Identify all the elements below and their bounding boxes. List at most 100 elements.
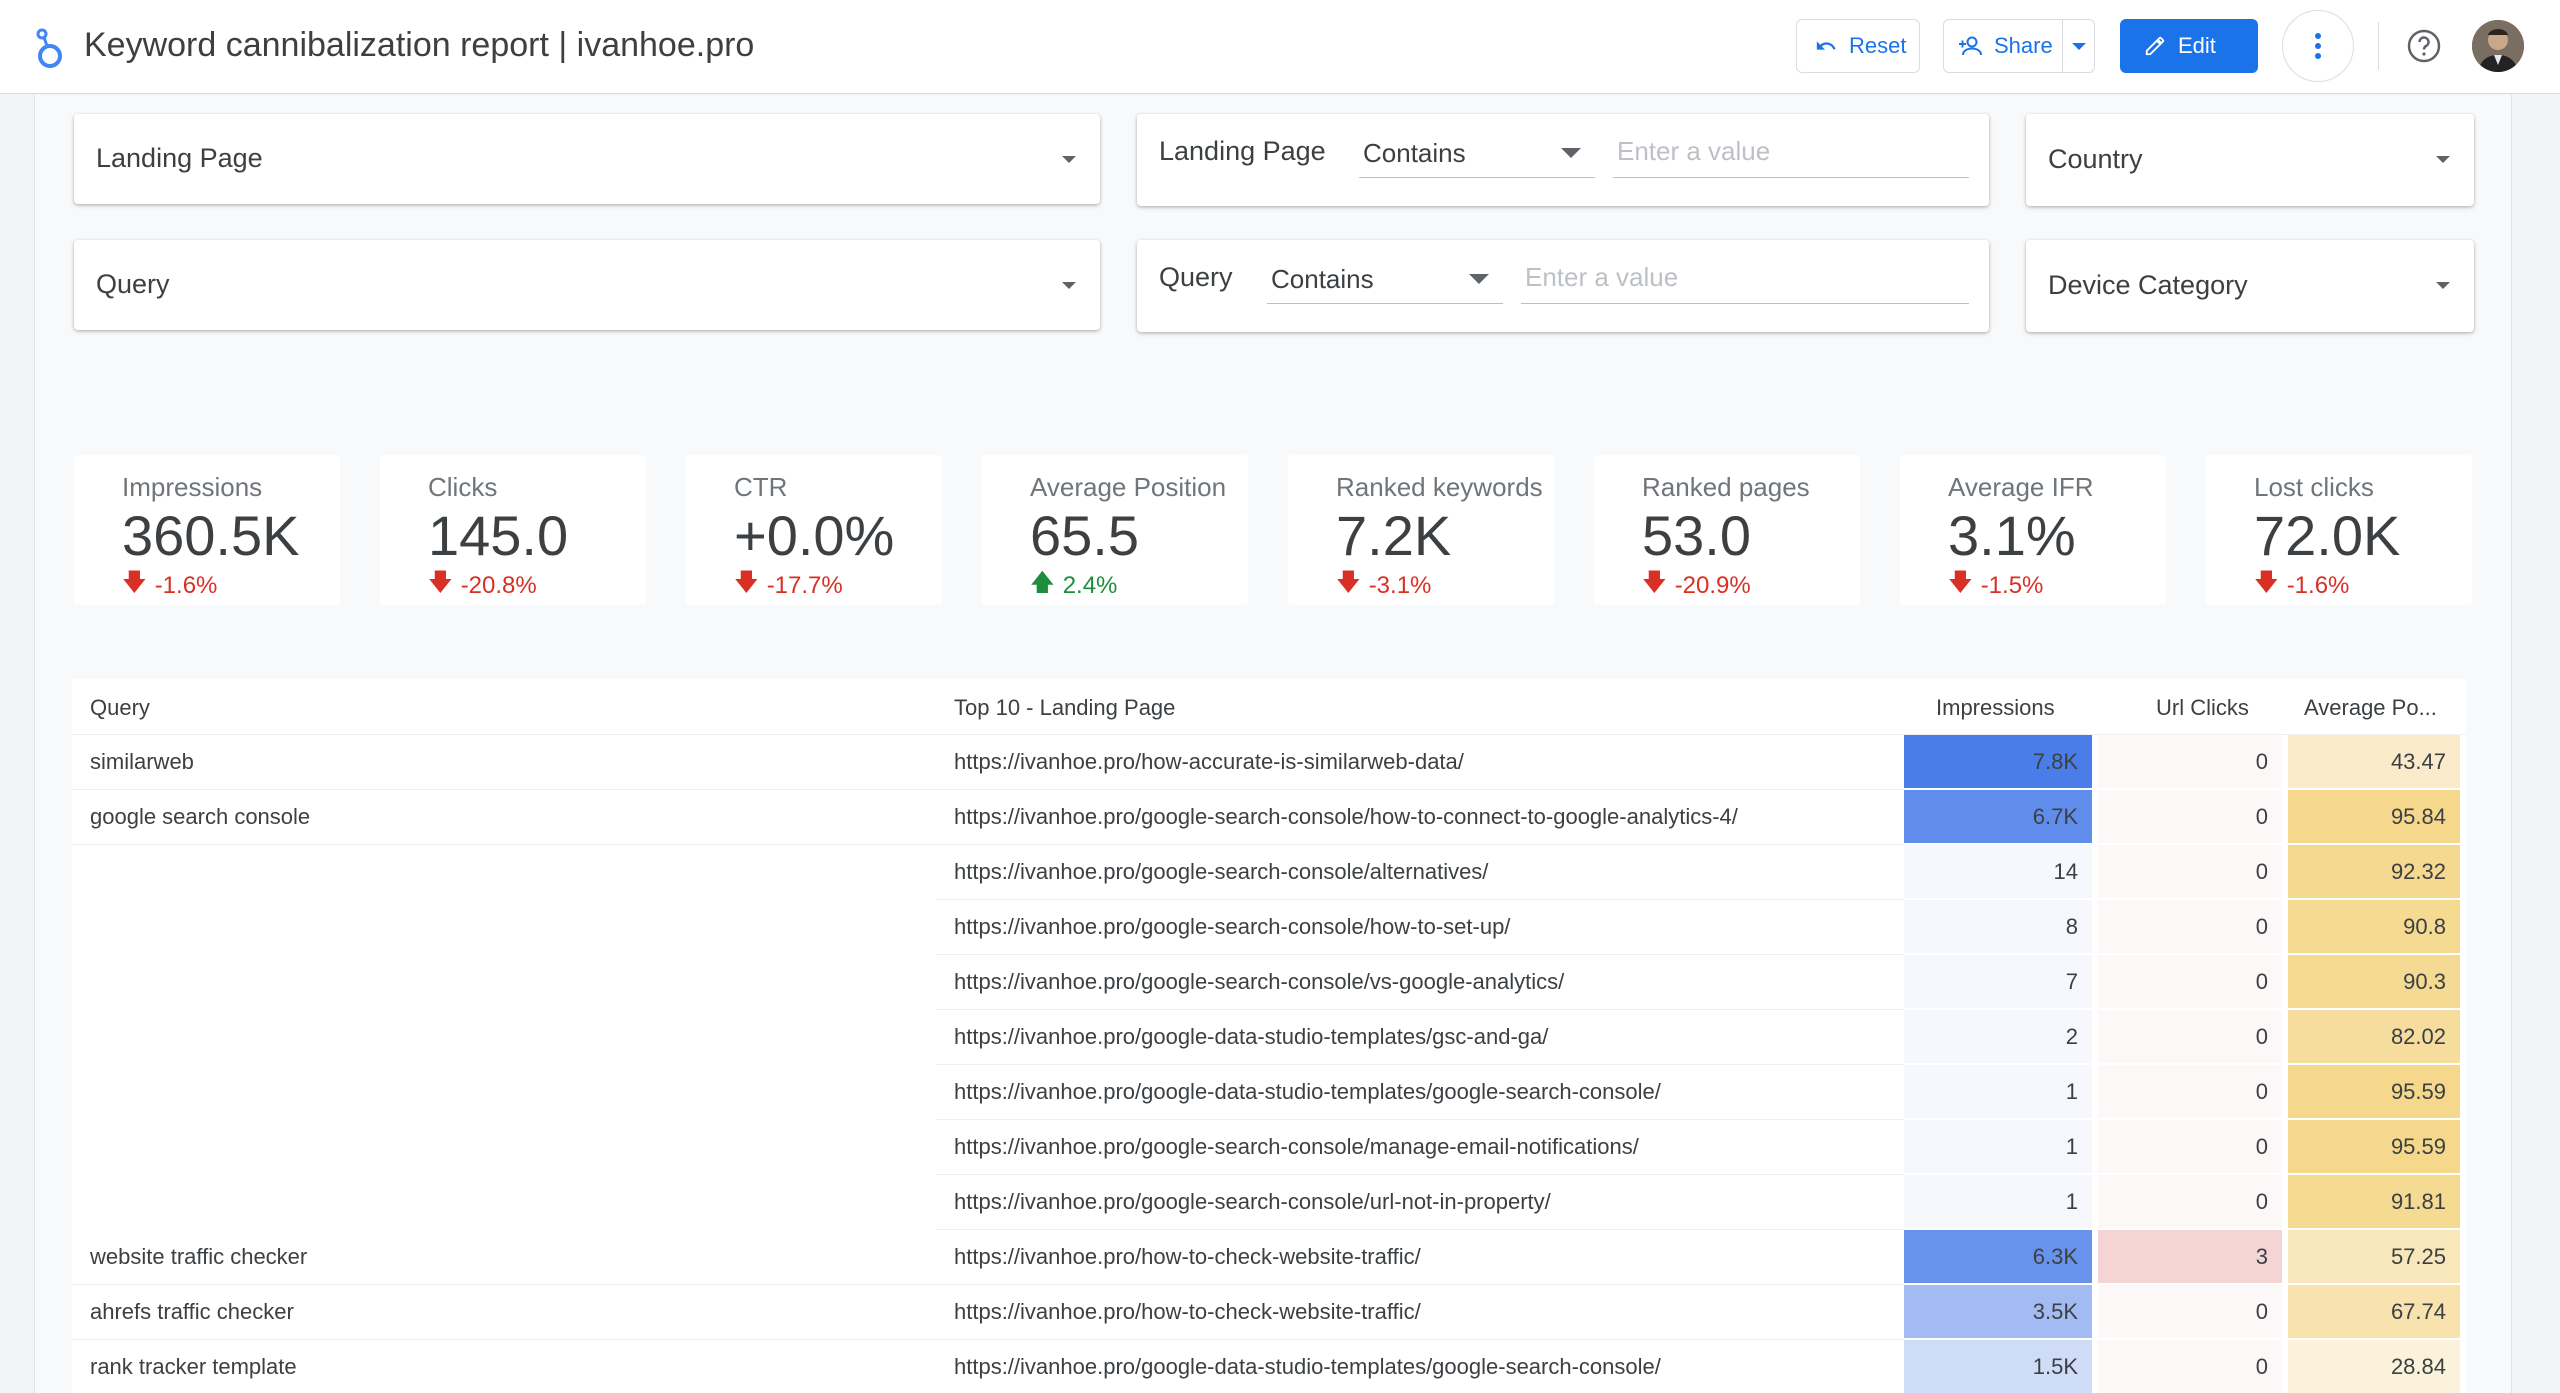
table-row[interactable]: https://ivanhoe.pro/google-data-studio-t… <box>72 1065 2466 1120</box>
scorecard-delta: 🡇 -1.6% <box>122 565 217 606</box>
column-header-average-position[interactable]: Average Po... <box>2304 695 2437 721</box>
cell-impressions: 6.3K <box>1904 1230 2092 1283</box>
column-header-landing-page[interactable]: Top 10 - Landing Page <box>954 695 1175 721</box>
scorecard-value: 65.5 <box>1030 504 1139 567</box>
looker-studio-logo-icon[interactable] <box>32 26 68 70</box>
scorecard-value: 145.0 <box>428 504 569 567</box>
scorecard-impressions[interactable]: Impressions 360.5K 🡇 -1.6% <box>74 455 340 605</box>
cell-landing: https://ivanhoe.pro/google-search-consol… <box>954 1188 1551 1214</box>
scorecard-label: Average IFR <box>1948 472 2094 502</box>
share-dropdown-button[interactable] <box>2063 19 2095 73</box>
reset-button[interactable]: Reset <box>1796 19 1920 73</box>
undo-icon <box>1816 41 1836 50</box>
cell-impressions: 1 <box>1904 1065 2092 1118</box>
cell-position: 95.59 <box>2288 1120 2460 1173</box>
chevron-down-icon <box>2436 156 2450 163</box>
landing-page-operator-select[interactable]: Contains <box>1359 126 1595 178</box>
cell-landing: https://ivanhoe.pro/google-data-studio-t… <box>954 1353 1661 1379</box>
cell-query <box>72 1120 936 1173</box>
scorecard-value: +0.0% <box>734 504 895 567</box>
scorecard-ctr[interactable]: CTR +0.0% 🡇 -17.7% <box>686 455 942 605</box>
scorecard-delta-value: -17.7% <box>766 571 843 599</box>
device-category-dropdown[interactable]: Device Category <box>2026 240 2474 332</box>
scorecard-delta-value: -3.1% <box>1368 571 1432 599</box>
cell-position: 67.74 <box>2288 1285 2460 1338</box>
cell-landing: https://ivanhoe.pro/google-data-studio-t… <box>954 1078 1661 1104</box>
scorecard-delta-value: -1.6% <box>154 571 218 599</box>
column-header-url-clicks[interactable]: Url Clicks <box>2156 695 2249 721</box>
cell-position: 90.3 <box>2288 955 2460 1008</box>
cell-impressions: 8 <box>1904 900 2092 953</box>
table-row[interactable]: similarweb https://ivanhoe.pro/how-accura… <box>72 735 2466 790</box>
cell-landing: https://ivanhoe.pro/how-to-check-website… <box>954 1243 1421 1269</box>
scorecard-label: Ranked pages <box>1642 472 1810 502</box>
scorecard-ranked-keywords[interactable]: Ranked keywords 7.2K 🡇 -3.1% <box>1288 455 1554 605</box>
table-row[interactable]: rank tracker template https://ivanhoe.pro… <box>72 1340 2466 1393</box>
chevron-down-icon <box>1062 156 1076 163</box>
cell-position: 57.25 <box>2288 1230 2460 1283</box>
cell-position: 95.84 <box>2288 790 2460 843</box>
table-row[interactable]: google search console https://ivanhoe.pro… <box>72 790 2466 845</box>
cell-clicks: 0 <box>2098 1065 2282 1118</box>
query-dropdown-label: Query <box>96 269 170 299</box>
table-row[interactable]: https://ivanhoe.pro/google-data-studio-t… <box>72 1010 2466 1065</box>
scorecard-clicks[interactable]: Clicks 145.0 🡇 -20.8% <box>380 455 646 605</box>
column-header-query[interactable]: Query <box>90 695 150 721</box>
landing-page-filter: Landing Page Contains <box>1137 114 1989 206</box>
cell-landing: https://ivanhoe.pro/google-data-studio-t… <box>954 1023 1549 1049</box>
scorecard-ranked-pages[interactable]: Ranked pages 53.0 🡇 -20.9% <box>1594 455 1860 605</box>
table-row[interactable]: ahrefs traffic checker https://ivanhoe.pr… <box>72 1285 2466 1340</box>
query-operator-value: Contains <box>1271 264 1374 294</box>
landing-page-operator-value: Contains <box>1363 138 1466 168</box>
cell-position: 28.84 <box>2288 1340 2460 1393</box>
scorecard-lost-clicks[interactable]: Lost clicks 72.0K 🡇 -1.6% <box>2206 455 2472 605</box>
cell-landing: https://ivanhoe.pro/google-search-consol… <box>954 1133 1639 1159</box>
help-icon[interactable] <box>2406 28 2442 64</box>
cell-clicks: 0 <box>2098 1175 2282 1228</box>
column-header-impressions[interactable]: Impressions <box>1936 695 2055 721</box>
share-button[interactable]: Share <box>1943 19 2063 73</box>
avatar[interactable] <box>2472 20 2524 72</box>
table-row[interactable]: https://ivanhoe.pro/google-search-consol… <box>72 900 2466 955</box>
more-options-button[interactable] <box>2282 10 2354 82</box>
scorecard-label: Ranked keywords <box>1336 472 1543 502</box>
more-vert-icon <box>2315 33 2321 59</box>
scorecard-label: Lost clicks <box>2254 472 2374 502</box>
scorecard-delta: 🡇 -1.6% <box>2254 565 2349 606</box>
query-operator-select[interactable]: Contains <box>1267 252 1503 304</box>
table-row[interactable]: https://ivanhoe.pro/google-search-consol… <box>72 845 2466 900</box>
landing-page-dropdown[interactable]: Landing Page <box>74 114 1100 204</box>
query-filter-label: Query <box>1159 262 1233 292</box>
table-row[interactable]: website traffic checker https://ivanhoe.p… <box>72 1230 2466 1285</box>
cell-query <box>72 1175 936 1228</box>
cell-clicks: 0 <box>2098 845 2282 898</box>
country-dropdown[interactable]: Country <box>2026 114 2474 206</box>
cell-landing: https://ivanhoe.pro/google-search-consol… <box>954 858 1489 884</box>
scorecard-delta: 🡇 -20.8% <box>428 565 537 606</box>
scorecard-value: 3.1% <box>1948 504 2076 567</box>
landing-page-value-input[interactable] <box>1613 126 1969 178</box>
cell-landing: https://ivanhoe.pro/how-accurate-is-simi… <box>954 748 1464 774</box>
table-row[interactable]: https://ivanhoe.pro/google-search-consol… <box>72 1175 2466 1230</box>
arrow-down-icon: 🡇 <box>1948 569 1973 596</box>
table-row[interactable]: https://ivanhoe.pro/google-search-consol… <box>72 1120 2466 1175</box>
edit-button[interactable]: Edit <box>2120 19 2258 73</box>
cell-landing: https://ivanhoe.pro/google-search-consol… <box>954 968 1565 994</box>
query-filter: Query Contains <box>1137 240 1989 332</box>
scorecard-average-ifr[interactable]: Average IFR 3.1% 🡇 -1.5% <box>1900 455 2166 605</box>
chevron-down-icon <box>2071 42 2086 50</box>
cell-impressions: 7.8K <box>1904 735 2092 788</box>
cannibalization-table: Query Top 10 - Landing Page Impressions … <box>72 679 2466 1393</box>
scorecard-average-position[interactable]: Average Position 65.5 🡅 2.4% <box>982 455 1248 605</box>
scorecard-value: 360.5K <box>122 504 300 567</box>
cell-query: google search console <box>90 803 311 829</box>
cell-query: similarweb <box>90 748 194 774</box>
table-row[interactable]: https://ivanhoe.pro/google-search-consol… <box>72 955 2466 1010</box>
scorecard-delta-value: -20.9% <box>1674 571 1751 599</box>
scorecard-delta: 🡇 -17.7% <box>734 565 843 606</box>
query-dropdown[interactable]: Query <box>74 240 1100 330</box>
report-title[interactable]: Keyword cannibalization report | ivanhoe… <box>84 26 754 65</box>
cell-query: rank tracker template <box>90 1353 297 1379</box>
query-value-input[interactable] <box>1521 252 1969 304</box>
add-person-icon <box>1959 36 1982 56</box>
